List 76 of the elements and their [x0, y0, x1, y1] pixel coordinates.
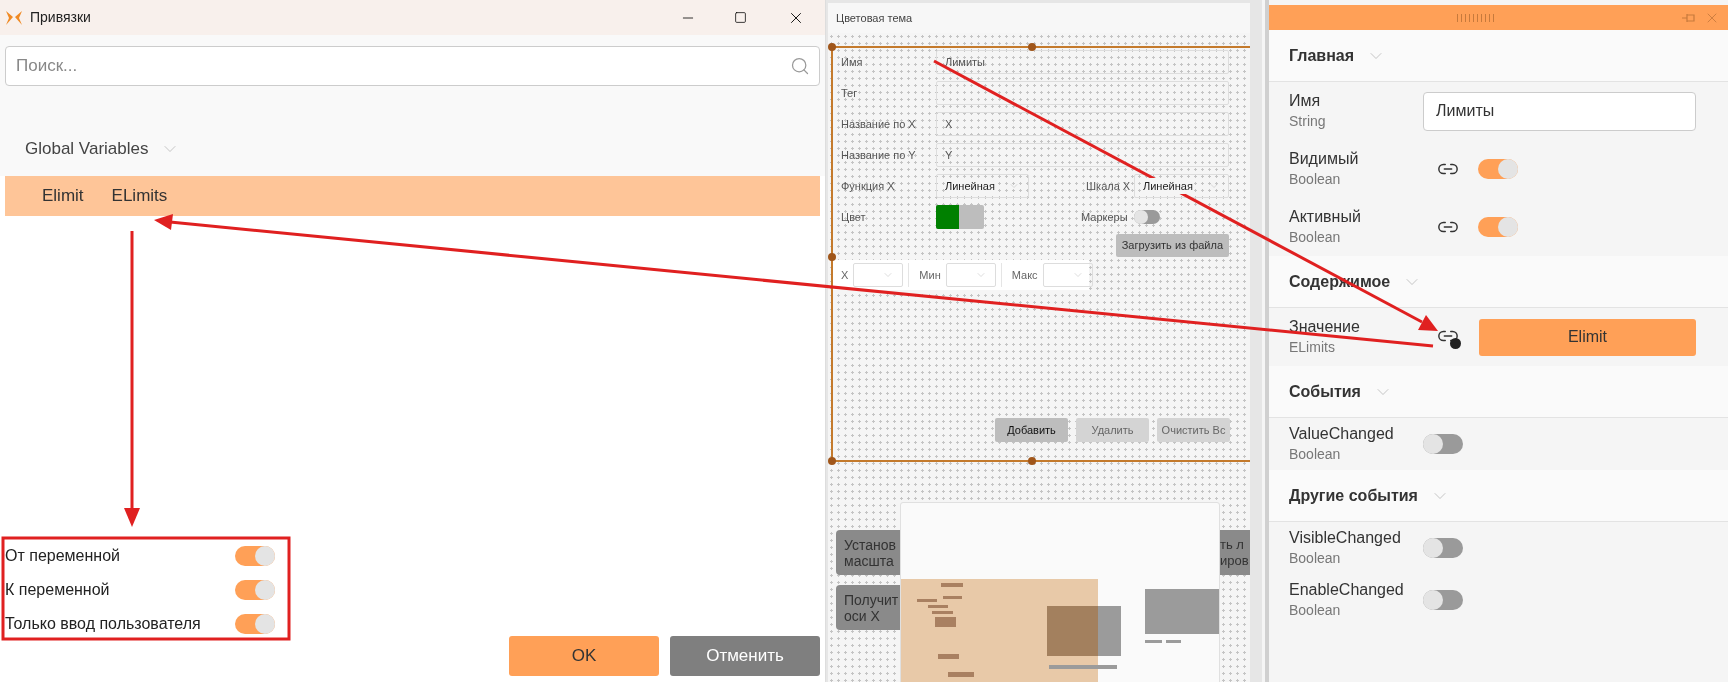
toggle-switch[interactable] [1423, 538, 1463, 558]
property-name: Активный [1289, 207, 1362, 227]
field-label: Цвет [841, 209, 867, 225]
search-icon [790, 56, 810, 76]
toggle-switch[interactable] [235, 613, 275, 634]
binding-value-button[interactable]: Elimit [1479, 318, 1696, 356]
resize-handle[interactable] [1028, 43, 1036, 51]
action-button[interactable]: Добавить [995, 418, 1068, 442]
resize-handle[interactable] [828, 457, 836, 465]
resize-handle[interactable] [1028, 457, 1036, 465]
toggle-switch[interactable] [235, 579, 275, 600]
butterfly-logo-icon [6, 10, 22, 25]
variable-name: ELimits [111, 185, 168, 208]
limit-label: Мин [919, 267, 941, 283]
section-title: Другие события [1289, 485, 1418, 506]
property-name: Видимый [1289, 149, 1360, 169]
property-name: VisibleChanged [1289, 528, 1402, 548]
property-type: ELimits [1289, 338, 1336, 357]
option-label: От переменной [5, 545, 120, 566]
section-title: Главная [1289, 45, 1355, 66]
grip-icon[interactable] [1455, 13, 1496, 22]
resize-handle[interactable] [828, 43, 836, 51]
group-label: Global Variables [25, 138, 149, 160]
property-type: Boolean [1289, 601, 1342, 620]
field-label: Имя [841, 54, 864, 70]
text-field[interactable]: Лимиты [1423, 91, 1696, 131]
load-file-button[interactable]: Загрузить из файла [1115, 234, 1229, 257]
pin-icon[interactable] [1682, 12, 1696, 23]
cancel-button[interactable]: Отменить [670, 636, 820, 676]
variable-name: Elimit [42, 185, 84, 208]
property-type: Boolean [1289, 170, 1342, 189]
option-label: К переменной [5, 579, 110, 600]
color-picker[interactable] [936, 205, 984, 229]
field-label: Название по Y [841, 147, 917, 163]
toggle-switch[interactable] [1423, 590, 1463, 610]
field-label: Тег [841, 85, 859, 101]
ok-button[interactable]: OK [509, 636, 659, 676]
dropdown-field[interactable] [945, 263, 996, 287]
search-field[interactable]: Поиск... [5, 46, 820, 86]
toggle-switch[interactable] [1478, 217, 1518, 237]
text-field[interactable]: Лимиты [936, 50, 1229, 74]
variable-row[interactable]: Elimit ELimits [5, 176, 820, 216]
dropdown-field[interactable] [1042, 263, 1093, 287]
text-field[interactable] [936, 81, 1229, 105]
partially-covered-button[interactable]: ть л иров [1220, 530, 1250, 575]
text-field[interactable]: Y [936, 143, 1229, 167]
property-type: Boolean [1289, 445, 1342, 464]
field-label: Шкала X [1086, 178, 1132, 194]
designer-title: Цветовая тема [836, 10, 913, 26]
property-type: Boolean [1289, 228, 1342, 247]
property-type: Boolean [1289, 549, 1342, 568]
dropdown-field[interactable]: Линейная [1134, 174, 1229, 198]
toggle-switch[interactable] [1134, 210, 1160, 224]
option-label: Только ввод пользователя [5, 613, 201, 634]
property-name: Значение [1289, 317, 1361, 337]
dropdown-field[interactable]: Линейная [936, 174, 1029, 198]
limit-label: X [841, 267, 849, 283]
property-name: Имя [1289, 91, 1322, 111]
dropdown-field[interactable] [853, 263, 904, 287]
field-label: Название по X [841, 116, 917, 132]
partially-covered-button[interactable]: Получит оси X [836, 585, 900, 630]
toggle-switch[interactable] [235, 545, 275, 566]
field-label: Маркеры [1081, 209, 1129, 225]
property-name: ValueChanged [1289, 424, 1395, 444]
toggle-switch[interactable] [1423, 434, 1463, 454]
text-field[interactable]: X [936, 112, 1229, 136]
resize-handle[interactable] [828, 253, 836, 261]
window-title: Привязки [30, 8, 91, 27]
field-label: Функция X [841, 178, 896, 194]
partially-covered-button[interactable]: Установ масшта [836, 530, 900, 575]
maximize-icon[interactable] [734, 11, 747, 24]
toggle-switch[interactable] [1478, 159, 1518, 179]
section-title: События [1289, 381, 1361, 402]
property-name: EnableChanged [1289, 580, 1405, 600]
limit-label: Макс [1011, 267, 1038, 283]
property-type: String [1289, 112, 1327, 131]
